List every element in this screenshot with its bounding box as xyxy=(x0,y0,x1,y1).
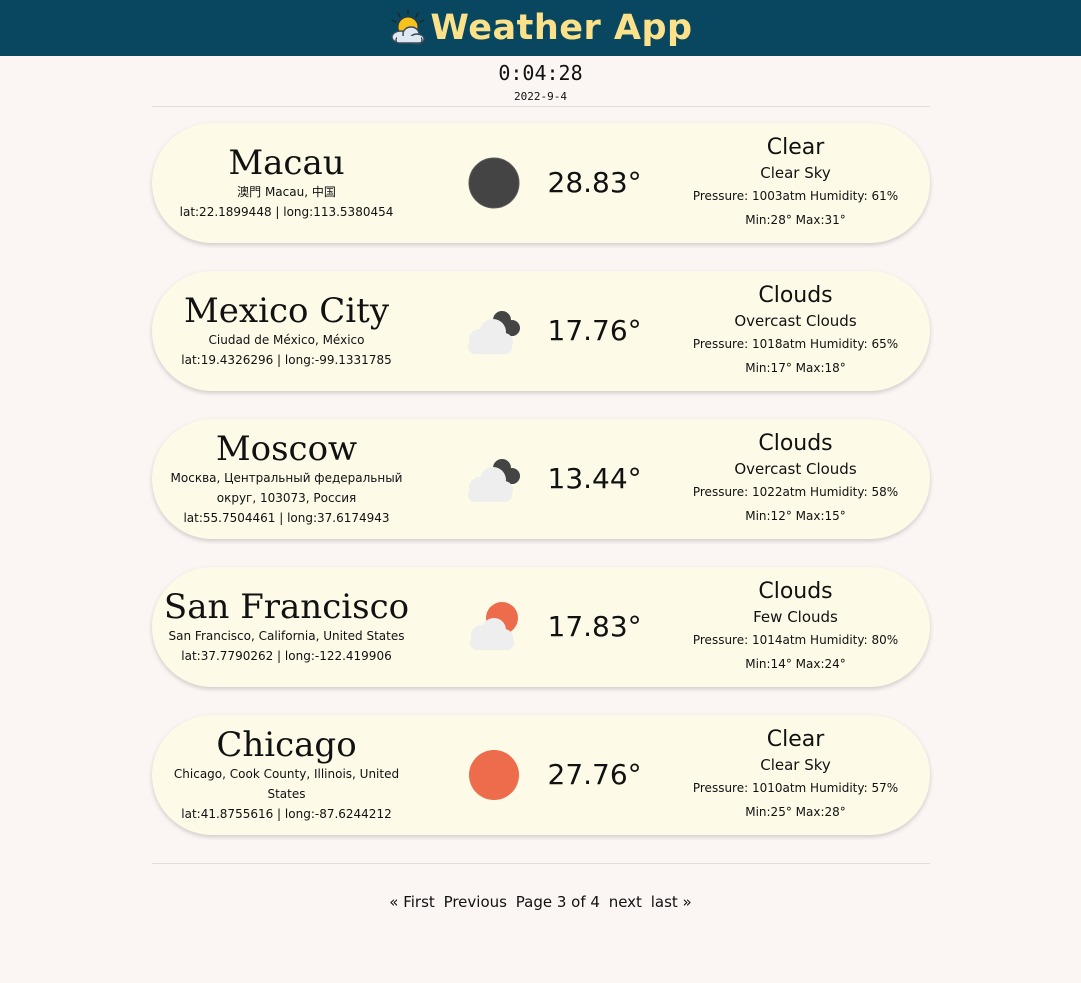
weather-description: Clear Sky xyxy=(760,164,831,182)
pressure-humidity: Pressure: 1003atm Humidity: 61% xyxy=(692,189,899,203)
city-name: Mexico City xyxy=(183,291,390,331)
weather-main: Clear xyxy=(766,727,825,752)
clear-day-sun-icon xyxy=(468,750,519,800)
city-coordinates: lat:22.1899448 | long:113.5380454 xyxy=(179,205,394,219)
next-page-link[interactable]: next xyxy=(609,893,642,911)
weather-main: Clear xyxy=(766,135,825,160)
weather-details: Clouds Overcast Clouds Pressure: 1022atm… xyxy=(682,419,910,539)
app-title: Weather App xyxy=(430,8,693,48)
location-info: Chicago Chicago, Cook County, Illinois, … xyxy=(152,715,422,835)
weather-card-san-francisco: San Francisco San Francisco, California,… xyxy=(151,567,930,687)
weather-description: Few Clouds xyxy=(753,608,838,626)
overcast-clouds-icon xyxy=(467,311,520,354)
pressure-humidity: Pressure: 1018atm Humidity: 65% xyxy=(692,337,899,351)
city-address: Москва, Центральный федеральный округ, 1… xyxy=(170,471,403,505)
sun-behind-cloud-icon xyxy=(391,9,426,45)
location-info: Mexico City Ciudad de México, México lat… xyxy=(152,271,422,391)
location-info: San Francisco San Francisco, California,… xyxy=(152,567,422,687)
weather-description: Overcast Clouds xyxy=(734,312,857,330)
overcast-clouds-icon xyxy=(467,459,520,502)
city-address: Ciudad de México, México xyxy=(208,333,365,347)
previous-page-link[interactable]: Previous xyxy=(444,893,507,911)
temperature: 27.76° xyxy=(547,758,642,791)
weather-card-list: Macau 澳門 Macau, 中国 lat:22.1899448 | long… xyxy=(151,107,930,835)
weather-card-macau: Macau 澳門 Macau, 中国 lat:22.1899448 | long… xyxy=(151,123,930,243)
app-header: Weather App xyxy=(0,0,1081,56)
weather-description: Clear Sky xyxy=(760,756,831,774)
city-name: Moscow xyxy=(215,429,358,469)
weather-main: Clouds xyxy=(758,579,833,604)
weather-main: Clouds xyxy=(758,283,833,308)
min-max-temp: Min:28° Max:31° xyxy=(745,213,846,227)
few-clouds-day-icon xyxy=(469,602,518,650)
min-max-temp: Min:25° Max:28° xyxy=(745,805,846,819)
weather-details: Clear Clear Sky Pressure: 1010atm Humidi… xyxy=(682,715,910,835)
city-coordinates: lat:41.8755616 | long:-87.6244212 xyxy=(181,807,392,821)
city-coordinates: lat:19.4326296 | long:-99.1331785 xyxy=(181,353,392,367)
temperature: 13.44° xyxy=(547,462,642,495)
city-address: San Francisco, California, United States xyxy=(168,629,405,643)
location-info: Moscow Москва, Центральный федеральный о… xyxy=(152,419,422,539)
weather-details: Clear Clear Sky Pressure: 1003atm Humidi… xyxy=(682,123,910,243)
city-coordinates: lat:55.7504461 | long:37.6174943 xyxy=(183,511,390,525)
temperature: 17.83° xyxy=(547,610,642,643)
weather-details: Clouds Overcast Clouds Pressure: 1018atm… xyxy=(682,271,910,391)
min-max-temp: Min:17° Max:18° xyxy=(745,361,846,375)
city-name: Macau xyxy=(228,143,345,183)
pagination: « First Previous Page 3 of 4 next last » xyxy=(0,892,1081,912)
pressure-humidity: Pressure: 1022atm Humidity: 58% xyxy=(692,485,899,499)
min-max-temp: Min:12° Max:15° xyxy=(745,509,846,523)
clock-date: 2022-9-4 xyxy=(514,90,567,103)
weather-card-mexico-city: Mexico City Ciudad de México, México lat… xyxy=(151,271,930,391)
clock-time: 0:04:28 xyxy=(498,61,583,85)
city-address: 澳門 Macau, 中国 xyxy=(237,185,336,199)
temperature: 17.76° xyxy=(547,314,642,347)
city-name: San Francisco xyxy=(163,587,410,627)
pressure-humidity: Pressure: 1010atm Humidity: 57% xyxy=(692,781,899,795)
city-address: Chicago, Cook County, Illinois, United S… xyxy=(173,767,400,801)
temperature: 28.83° xyxy=(547,166,642,199)
weather-description: Overcast Clouds xyxy=(734,460,857,478)
night-clear-icon xyxy=(468,157,519,209)
weather-details: Clouds Few Clouds Pressure: 1014atm Humi… xyxy=(682,567,910,687)
first-page-link[interactable]: « First xyxy=(389,893,435,911)
pressure-humidity: Pressure: 1014atm Humidity: 80% xyxy=(692,633,899,647)
weather-card-chicago: Chicago Chicago, Cook County, Illinois, … xyxy=(151,715,930,835)
last-page-link[interactable]: last » xyxy=(651,893,692,911)
location-info: Macau 澳門 Macau, 中国 lat:22.1899448 | long… xyxy=(152,123,422,243)
city-name: Chicago xyxy=(216,725,357,765)
page-status: Page 3 of 4 xyxy=(515,893,600,911)
weather-main: Clouds xyxy=(758,431,833,456)
divider xyxy=(151,863,930,864)
weather-card-moscow: Moscow Москва, Центральный федеральный о… xyxy=(151,419,930,539)
min-max-temp: Min:14° Max:24° xyxy=(745,657,846,671)
city-coordinates: lat:37.7790262 | long:-122.419906 xyxy=(181,649,392,663)
